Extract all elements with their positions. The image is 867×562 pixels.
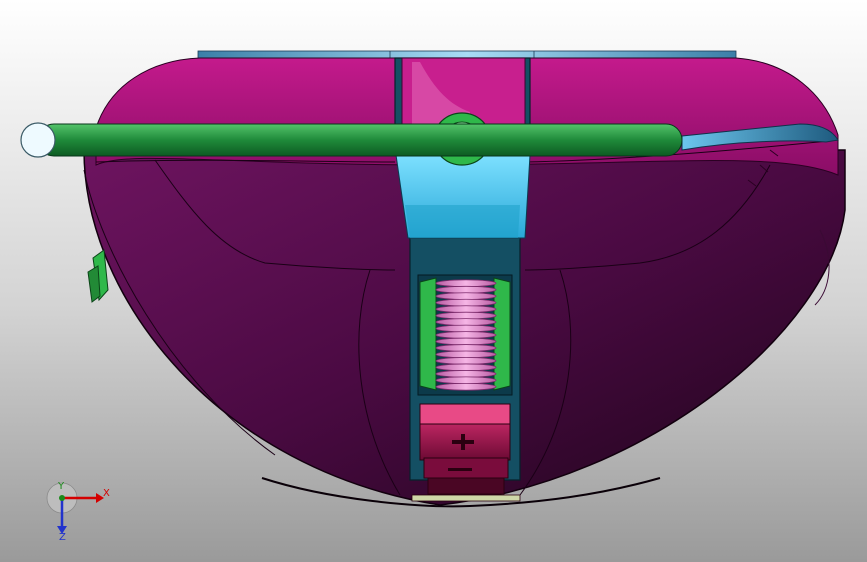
handle-rod[interactable]: [20, 122, 683, 158]
spring-coil: [435, 344, 497, 352]
z-axis-label: Z: [59, 532, 66, 543]
spring-coil: [435, 298, 497, 307]
nut-stack[interactable]: [411, 403, 521, 502]
coordinate-triad: X Y Z: [40, 478, 120, 548]
spring-coil: [435, 311, 497, 320]
y-axis-label: Y: [58, 481, 65, 492]
spring-coil: [435, 350, 497, 359]
graphics-viewport[interactable]: X Y Z: [0, 0, 867, 562]
spring-coil: [435, 285, 497, 294]
spring-coil: [435, 318, 497, 326]
spring-coil: [435, 382, 497, 391]
spring-coil: [435, 279, 497, 288]
spring-coil: [435, 305, 497, 313]
y-axis-point: [59, 495, 65, 501]
spring-coil: [435, 363, 497, 372]
spring-coil: [435, 357, 497, 365]
x-axis-label: X: [103, 488, 110, 499]
spring-coil: [435, 324, 497, 333]
cad-model[interactable]: [0, 0, 867, 562]
spring-coil: [435, 331, 497, 339]
spring-coil: [435, 292, 497, 300]
spring-coil: [435, 337, 497, 346]
compression-spring[interactable]: [435, 279, 497, 391]
spring-coil: [435, 376, 497, 385]
left-clip-tab[interactable]: [87, 249, 109, 303]
spring-coil: [435, 370, 497, 378]
